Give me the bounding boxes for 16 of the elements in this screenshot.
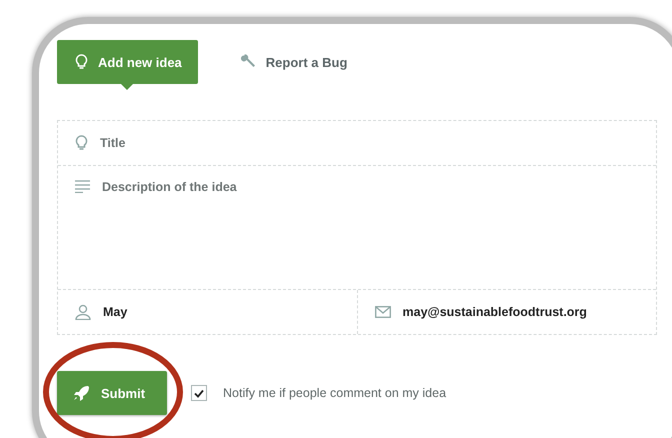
- email-field[interactable]: may@sustainablefoodtrust.org: [402, 305, 640, 319]
- envelope-icon: [374, 306, 390, 318]
- notify-label: Notify me if people comment on my idea: [223, 386, 446, 400]
- lightbulb-icon: [75, 135, 88, 151]
- text-lines-icon: [75, 180, 90, 193]
- wrench-icon: [240, 54, 256, 70]
- person-icon: [75, 304, 91, 320]
- submit-button[interactable]: Submit: [57, 371, 167, 415]
- notify-checkbox[interactable]: [191, 385, 207, 401]
- checkmark-icon: [194, 388, 204, 398]
- tab[interactable]: Report a Bug: [222, 40, 364, 84]
- description-field[interactable]: Description of the idea: [102, 180, 640, 194]
- title-field[interactable]: Title: [100, 136, 640, 150]
- rocket-icon: [73, 385, 89, 401]
- lightbulb-icon: [75, 54, 88, 70]
- name-field[interactable]: May: [103, 305, 340, 319]
